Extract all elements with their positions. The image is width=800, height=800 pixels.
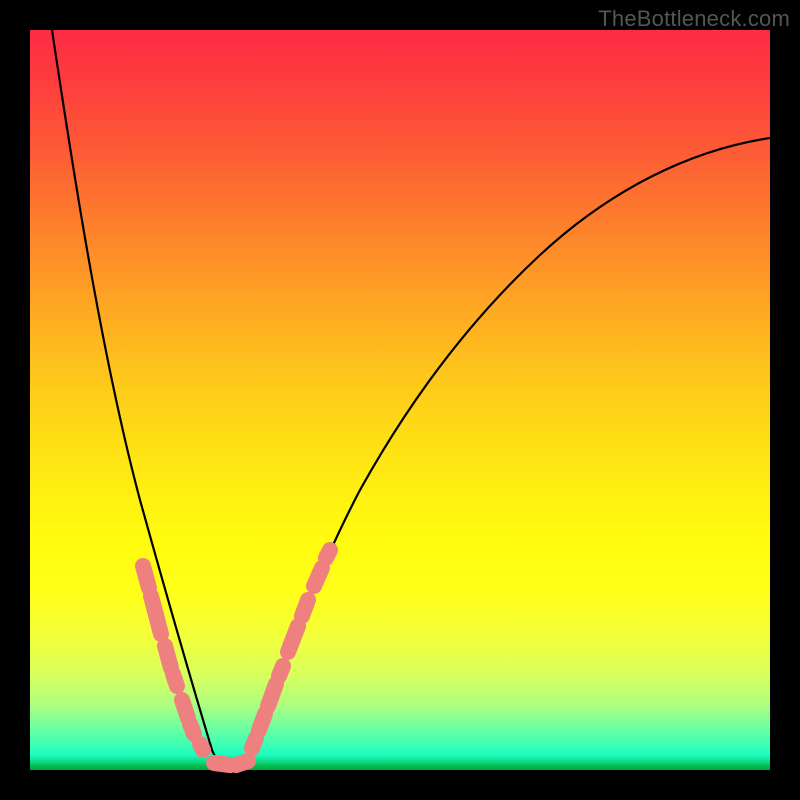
- bead-r4: [279, 666, 283, 676]
- bead-r1: [252, 738, 256, 748]
- watermark-text: TheBottleneck.com: [598, 6, 790, 32]
- bead-r5: [288, 626, 298, 652]
- bead-group: [143, 550, 330, 765]
- bead-l5: [182, 700, 188, 718]
- plot-area: [30, 30, 770, 770]
- bead-r8: [326, 550, 330, 558]
- outer-frame: TheBottleneck.com: [0, 0, 800, 800]
- bead-l4: [173, 674, 177, 686]
- curve-right-arm: [230, 138, 770, 767]
- bead-l3: [165, 646, 171, 668]
- bead-l6: [190, 724, 194, 734]
- bead-l1: [143, 566, 149, 588]
- bottleneck-curve-svg: [30, 30, 770, 770]
- bead-r6: [302, 600, 308, 616]
- bead-l2: [151, 596, 161, 634]
- bead-r7: [314, 568, 322, 586]
- bead-r3: [268, 684, 276, 706]
- bead-r2: [259, 714, 265, 730]
- bead-b2: [236, 761, 248, 765]
- curve-left-arm: [52, 30, 230, 767]
- bead-l7: [200, 744, 203, 750]
- bead-b1: [214, 763, 230, 765]
